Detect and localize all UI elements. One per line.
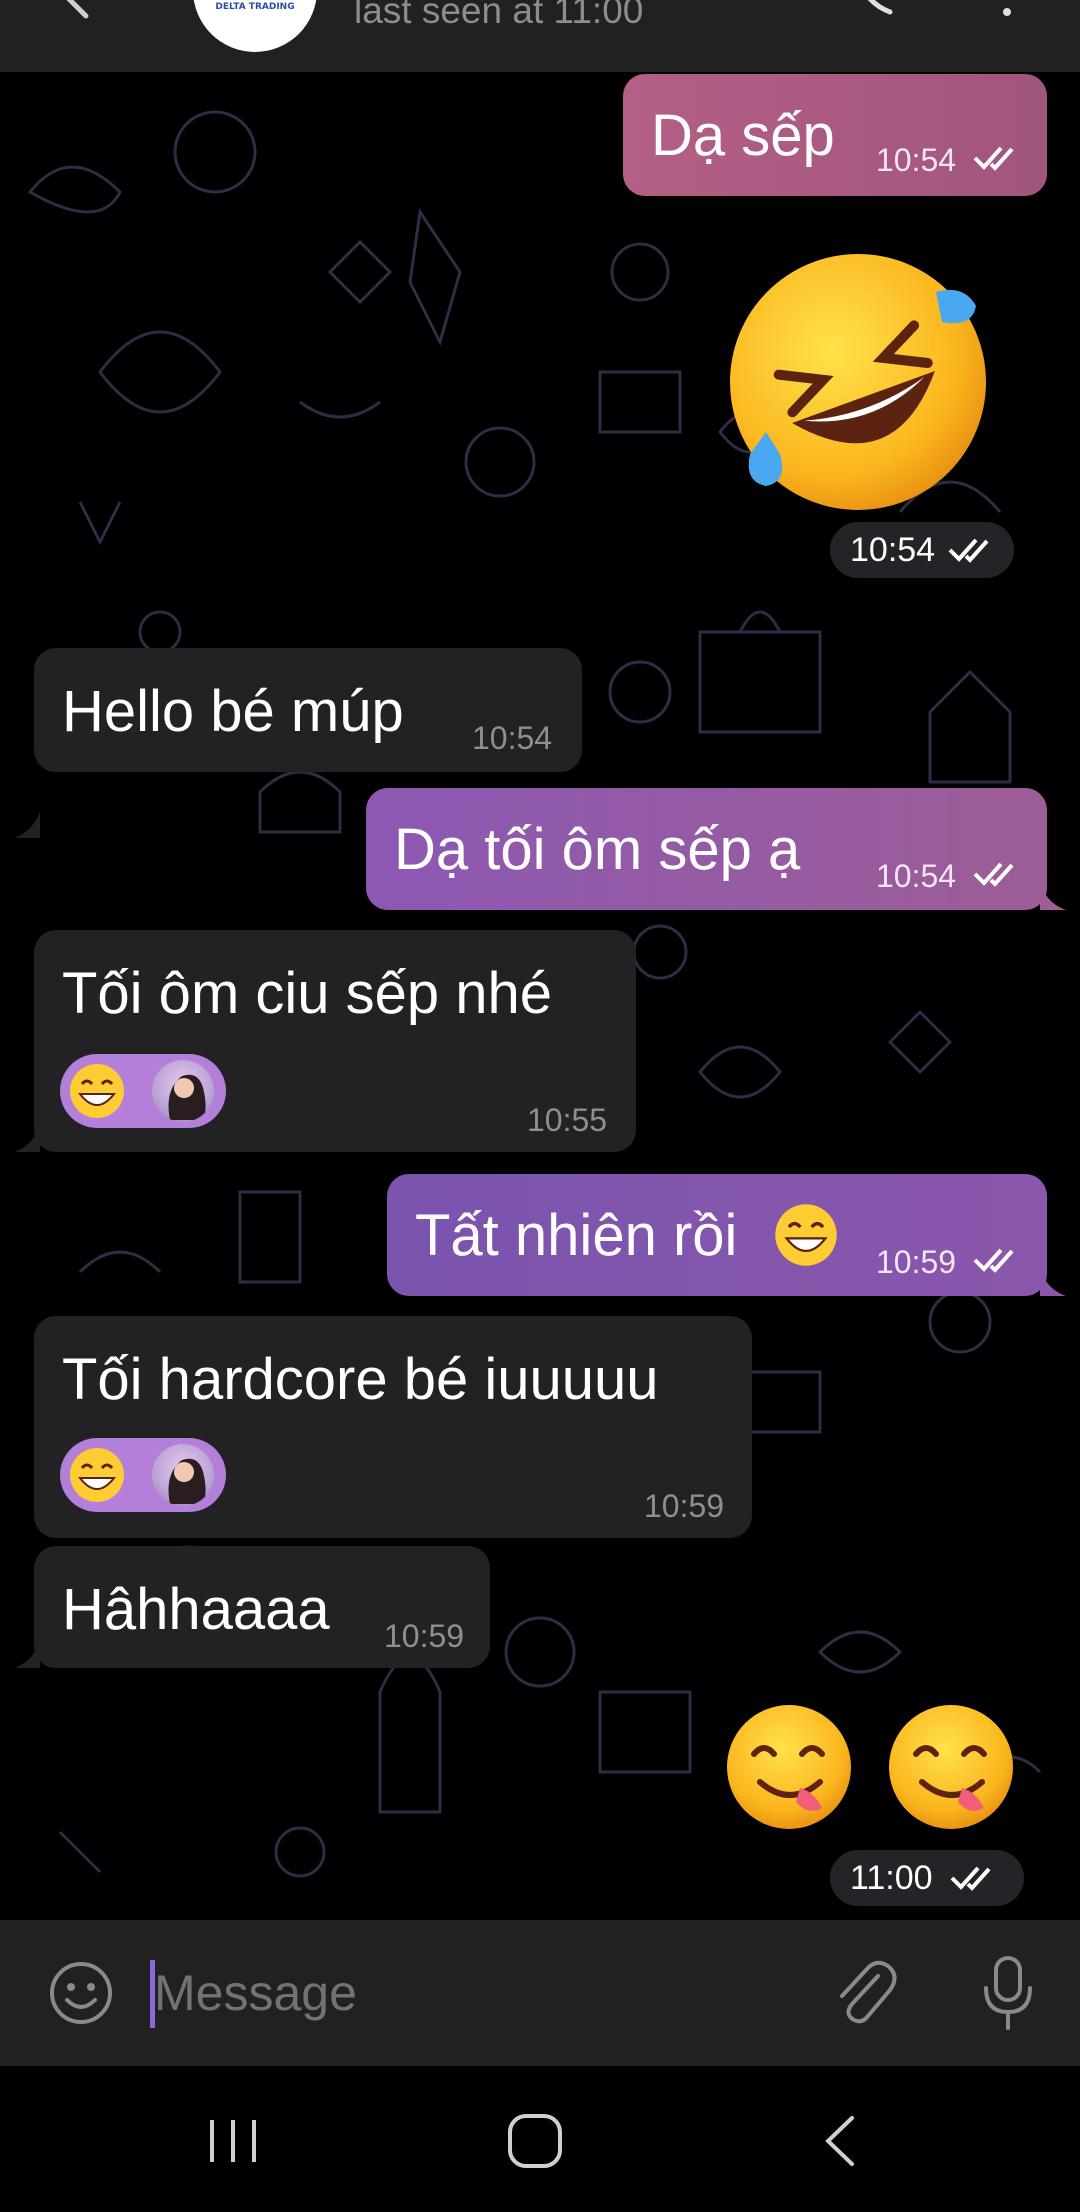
system-navigation-bar: [0, 2066, 1080, 2212]
message-time: 10:59: [876, 1244, 957, 1280]
grinning-face-emoji-icon: [70, 1064, 124, 1118]
message-text: Dạ sếp: [651, 103, 835, 168]
message-text: Tối ôm ciu sếp nhé: [62, 961, 553, 1026]
message-text: Dạ tối ôm sếp ạ: [394, 817, 801, 882]
message-time: 10:54: [876, 858, 957, 894]
message-time: 10:59: [644, 1488, 725, 1524]
microphone-icon[interactable]: [978, 1954, 1038, 2032]
reaction-pill[interactable]: [60, 1438, 226, 1512]
message-bubble-outgoing[interactable]: Tất nhiên rồi 10:59: [387, 1174, 1047, 1296]
double-check-icon: [948, 538, 989, 563]
message-bubble-outgoing[interactable]: Dạ sếp 10:54: [623, 74, 1047, 196]
message-bubble-incoming[interactable]: Hello bé múp 10:54: [34, 648, 582, 772]
message-bubble-incoming[interactable]: Tối hardcore bé iuuuuu 10:59: [34, 1316, 752, 1538]
message-bubble-incoming[interactable]: Tối ôm ciu sếp nhé 10:55: [34, 930, 636, 1152]
rolling-laughing-sticker[interactable]: [722, 248, 994, 516]
reaction-pill[interactable]: [60, 1054, 226, 1128]
bubble-tail: [1040, 884, 1066, 910]
sticker-time-pill: 11:00: [830, 1850, 1024, 1906]
double-check-icon: [950, 1866, 991, 1891]
reactor-avatar: [152, 1444, 214, 1506]
paperclip-icon[interactable]: [832, 1958, 898, 2028]
bubble-tail: [14, 1126, 40, 1152]
message-time: 10:54: [850, 531, 936, 569]
more-vertical-icon[interactable]: [995, 0, 1019, 20]
message-input-bar: Message: [0, 1920, 1080, 2066]
girl-avatar-icon: [168, 1458, 206, 1504]
sticker-time-pill: 10:54: [830, 522, 1014, 578]
home-icon[interactable]: [506, 2112, 564, 2170]
message-bubble-outgoing[interactable]: Dạ tối ôm sếp ạ 10:54: [366, 788, 1047, 910]
reactor-avatar: [152, 1060, 214, 1122]
message-time: 10:54: [876, 142, 957, 178]
phone-icon[interactable]: [850, 0, 896, 20]
emoji-icon[interactable]: [48, 1960, 114, 2026]
message-time: 10:59: [384, 1618, 465, 1654]
message-text: Hâhhaaaa: [62, 1577, 330, 1642]
message-text: Tất nhiên rồi: [415, 1203, 738, 1268]
bubble-tail: [14, 1642, 40, 1668]
bubble-tail: [14, 812, 40, 838]
bubble-tail: [1040, 1270, 1066, 1296]
message-time: 10:54: [472, 720, 553, 756]
double-check-icon: [973, 862, 1014, 887]
back-arrow-icon[interactable]: [56, 0, 104, 26]
yum-face-sticker[interactable]: [724, 1702, 854, 1832]
yum-face-sticker[interactable]: [886, 1702, 1016, 1832]
last-seen-status: last seen at 11:00: [354, 0, 644, 31]
grinning-face-emoji-icon: [70, 1448, 124, 1502]
message-bubble-incoming[interactable]: Hâhhaaaa 10:59: [34, 1546, 490, 1668]
message-input[interactable]: Message: [154, 1964, 357, 2022]
contact-avatar[interactable]: DELTA TRADING: [193, 0, 317, 52]
back-icon[interactable]: [820, 2112, 860, 2170]
message-time: 10:55: [527, 1102, 608, 1138]
recents-icon[interactable]: [206, 2116, 260, 2166]
girl-avatar-icon: [168, 1074, 206, 1120]
double-check-icon: [973, 1248, 1014, 1273]
double-check-icon: [973, 146, 1014, 171]
message-text: Hello bé múp: [62, 679, 404, 744]
chat-header: DELTA TRADING last seen at 11:00: [0, 0, 1080, 72]
grinning-face-emoji-icon: [775, 1204, 837, 1266]
message-time: 11:00: [850, 1859, 933, 1897]
message-text: Tối hardcore bé iuuuuu: [62, 1347, 659, 1412]
avatar-logo-text: DELTA TRADING: [215, 2, 295, 12]
message-list[interactable]: Dạ sếp 10:54 10:54 Hello bé múp 10:54 Dạ…: [0, 72, 1080, 1920]
